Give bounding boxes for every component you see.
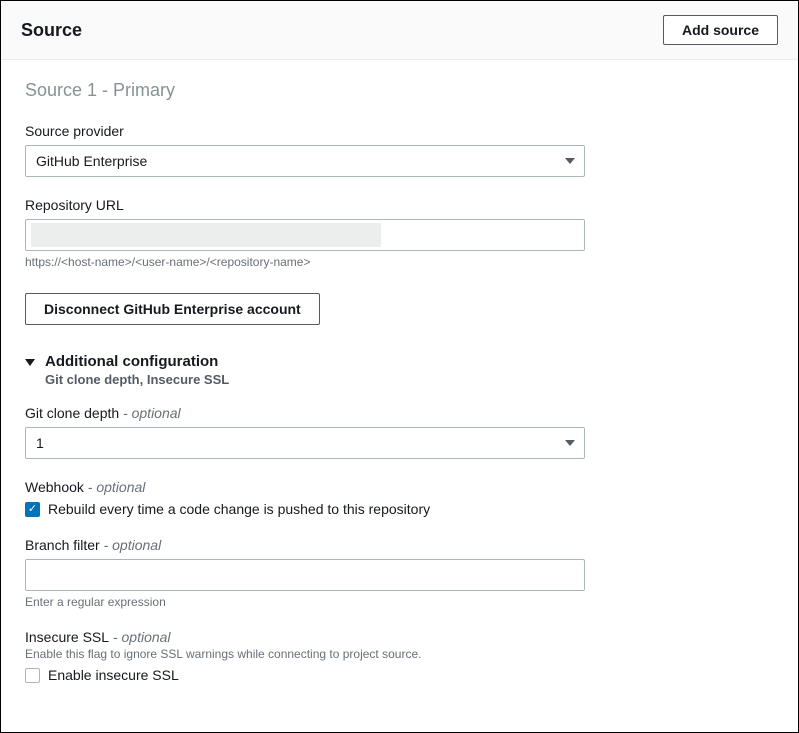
source-provider-label: Source provider — [25, 123, 774, 139]
git-clone-depth-value: 1 — [36, 435, 44, 451]
webhook-label: Webhook - optional — [25, 479, 774, 495]
insecure-ssl-field: Insecure SSL - optional Enable this flag… — [25, 629, 774, 683]
git-clone-depth-field: Git clone depth - optional 1 — [25, 405, 774, 459]
git-clone-depth-select[interactable]: 1 — [25, 427, 585, 459]
disconnect-button[interactable]: Disconnect GitHub Enterprise account — [25, 293, 320, 325]
insecure-ssl-help: Enable this flag to ignore SSL warnings … — [25, 647, 774, 661]
repository-url-label: Repository URL — [25, 197, 774, 213]
panel-title: Source — [21, 20, 82, 41]
additional-config-toggle[interactable]: Additional configuration Git clone depth… — [25, 353, 774, 387]
additional-config-title: Additional configuration — [45, 353, 229, 370]
git-clone-depth-label: Git clone depth - optional — [25, 405, 774, 421]
source-provider-select[interactable]: GitHub Enterprise — [25, 145, 585, 177]
webhook-field: Webhook - optional ✓ Rebuild every time … — [25, 479, 774, 517]
webhook-checkbox-label: Rebuild every time a code change is push… — [48, 501, 430, 517]
panel-body: Source 1 - Primary Source provider GitHu… — [1, 60, 798, 703]
source-heading: Source 1 - Primary — [25, 80, 774, 101]
check-icon: ✓ — [28, 504, 37, 515]
insecure-ssl-checkbox[interactable] — [25, 668, 40, 683]
repository-url-field: Repository URL https://<host-name>/<user… — [25, 197, 774, 269]
source-panel: Source Add source Source 1 - Primary Sou… — [0, 0, 799, 733]
chevron-down-icon — [25, 359, 35, 366]
source-provider-value: GitHub Enterprise — [36, 153, 147, 169]
insecure-ssl-label: Insecure SSL - optional — [25, 629, 774, 645]
repository-url-help: https://<host-name>/<user-name>/<reposit… — [25, 255, 774, 269]
add-source-button[interactable]: Add source — [663, 15, 778, 45]
branch-filter-help: Enter a regular expression — [25, 595, 774, 609]
obscured-value — [31, 223, 381, 247]
chevron-down-icon — [565, 440, 575, 446]
panel-header: Source Add source — [1, 1, 798, 60]
source-provider-field: Source provider GitHub Enterprise — [25, 123, 774, 177]
webhook-checkbox[interactable]: ✓ — [25, 502, 40, 517]
insecure-ssl-checkbox-label: Enable insecure SSL — [48, 667, 179, 683]
branch-filter-label: Branch filter - optional — [25, 537, 774, 553]
chevron-down-icon — [565, 158, 575, 164]
additional-config-subtitle: Git clone depth, Insecure SSL — [45, 372, 229, 387]
branch-filter-input[interactable] — [25, 559, 585, 591]
branch-filter-field: Branch filter - optional Enter a regular… — [25, 537, 774, 609]
